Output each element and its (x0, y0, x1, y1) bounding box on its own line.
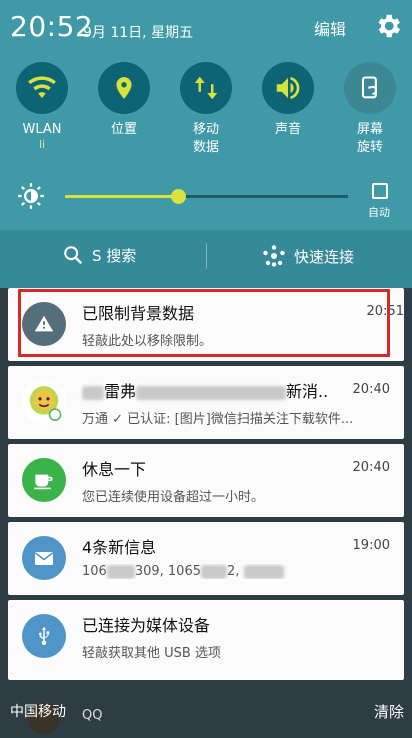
usb-icon (22, 614, 66, 658)
s-search-label: S 搜索 (92, 246, 137, 265)
notification-title: 4条新信息 (82, 538, 157, 557)
notification-text: 轻敲获取其他 USB 选项 (82, 646, 221, 661)
notification-message[interactable]: 雷弗 新消.. 万通 ✓ 已认证: [图片]微信扫描关注下载软件... 20:40 (8, 366, 404, 439)
notification-sms[interactable]: 4条新信息 106 309, 1065 2, 19:00 (8, 522, 404, 595)
notification-take-a-break[interactable]: 休息一下 您已连续使用设备超过一小时。 20:40 (8, 444, 404, 517)
redacted-text (243, 564, 284, 579)
clear-button[interactable]: 清除 (374, 701, 404, 722)
action-divider (206, 243, 207, 269)
quick-connect-icon (263, 245, 285, 267)
auto-brightness-checkbox[interactable] (372, 183, 388, 199)
toggle-sublabel: li (38, 138, 46, 151)
search-icon (64, 246, 83, 265)
status-date: 9月 11日, 星期五 (83, 25, 194, 41)
auto-brightness-label: 自动 (368, 206, 390, 219)
toggle-sound[interactable]: 声音 (253, 62, 323, 139)
redacted-text (82, 385, 104, 400)
quick-connect-button[interactable]: 快速连接 (262, 244, 354, 268)
s-search-button[interactable]: S 搜索 (62, 244, 136, 266)
toggle-screen-rotation[interactable]: 屏幕 旋转 (335, 62, 405, 157)
carrier-label: 中国移动 (10, 704, 66, 720)
highlight-annotation-box (18, 289, 390, 357)
notification-text: 106 309, 1065 2, (82, 564, 382, 579)
redacted-text (106, 564, 135, 579)
notification-title: 已连接为媒体设备 (82, 616, 211, 635)
toggle-wlan[interactable]: WLAN li (7, 62, 77, 151)
notification-text: 您已连续使用设备超过一小时。 (82, 490, 265, 505)
notification-title-suffix: 新消.. (286, 382, 329, 401)
notification-time: 20:40 (352, 382, 390, 397)
sound-icon (262, 62, 314, 114)
toggle-label: 移动 数据 (192, 122, 219, 155)
wifi-icon (16, 62, 68, 114)
qq-contact-icon (22, 380, 66, 424)
redacted-text (136, 385, 287, 400)
notification-title: 雷弗 新消.. (82, 378, 328, 402)
sms-sender-part: 106 (82, 564, 107, 579)
toggle-label: 位置 (110, 122, 137, 137)
toggle-location[interactable]: 位置 (89, 62, 159, 139)
brightness-slider[interactable] (65, 189, 348, 204)
status-time: 20:52 (10, 10, 94, 43)
redacted-text (201, 564, 227, 579)
coffee-cup-icon (22, 458, 66, 502)
notification-time: 20:40 (352, 460, 390, 475)
gear-icon[interactable] (373, 11, 403, 41)
toggle-label: 屏幕 旋转 (356, 122, 383, 155)
screen-rotation-icon (344, 62, 396, 114)
toggle-label: 声音 (274, 122, 301, 137)
envelope-icon (22, 536, 66, 580)
notification-title: 休息一下 (82, 460, 147, 479)
notification-usb[interactable]: 已连接为媒体设备 轻敲获取其他 USB 选项 (8, 600, 404, 680)
brightness-slider-fill (65, 195, 179, 198)
toggle-mobile-data[interactable]: 移动 数据 (171, 62, 241, 157)
notification-title-visible: 雷弗 (104, 382, 137, 401)
sms-sender-part: 309, 1065 (134, 564, 201, 579)
edit-button[interactable]: 编辑 (314, 16, 346, 40)
notification-text: 万通 ✓ 已认证: [图片]微信扫描关注下载软件... (82, 412, 354, 427)
sms-sender-part: 2, (227, 564, 244, 579)
brightness-icon (18, 183, 44, 209)
notification-time: 19:00 (352, 538, 390, 553)
toggle-label: WLAN (22, 122, 62, 137)
mobile-data-icon (180, 62, 232, 114)
quick-connect-label: 快速连接 (294, 247, 355, 266)
background-app-label: QQ (82, 708, 103, 723)
location-pin-icon (98, 62, 150, 114)
